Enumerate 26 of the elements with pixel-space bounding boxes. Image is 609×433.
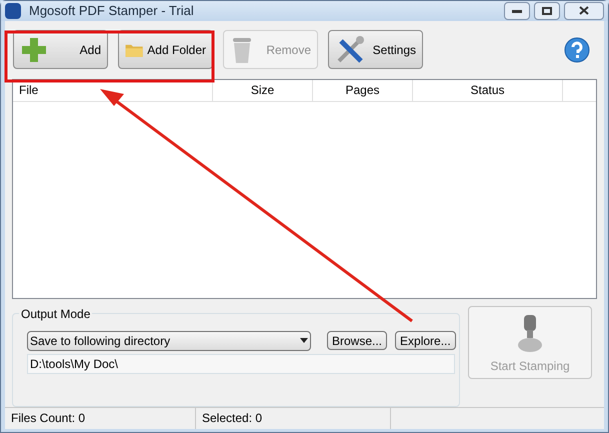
maximize-icon: [542, 6, 552, 15]
tools-icon: [335, 34, 365, 64]
status-text: Files Count: 0: [5, 408, 196, 428]
toolbar-button[interactable]: Add: [13, 30, 108, 69]
dropdown-arrow-icon: [300, 338, 308, 343]
trash-icon: [230, 36, 254, 64]
help-icon[interactable]: [564, 36, 590, 62]
close-icon: [579, 6, 589, 16]
column-header[interactable]: Status: [413, 80, 563, 100]
minimize-icon: [512, 8, 522, 13]
path-field[interactable]: D:\tools\My Doc\: [27, 354, 455, 374]
window-title: Mgosoft PDF Stamper - Trial: [29, 2, 194, 20]
maximize-button[interactable]: [534, 2, 560, 20]
dialog-button[interactable]: Explore...: [395, 331, 456, 350]
mode-dropdown[interactable]: Save to following directory: [27, 330, 311, 350]
minimize-button[interactable]: [504, 2, 530, 20]
column-header[interactable]: Pages: [313, 80, 413, 100]
column-header[interactable]: Size: [213, 80, 313, 100]
toolbar-button[interactable]: Add Folder: [118, 30, 213, 69]
close-button[interactable]: [564, 2, 604, 20]
dialog-button[interactable]: Browse...: [327, 331, 388, 350]
add-icon: [20, 36, 48, 64]
toolbar-button[interactable]: Settings: [328, 30, 423, 69]
app-logo-icon: [5, 2, 21, 19]
stamp-icon: [516, 312, 544, 352]
status-text: Selected: 0: [196, 408, 391, 428]
